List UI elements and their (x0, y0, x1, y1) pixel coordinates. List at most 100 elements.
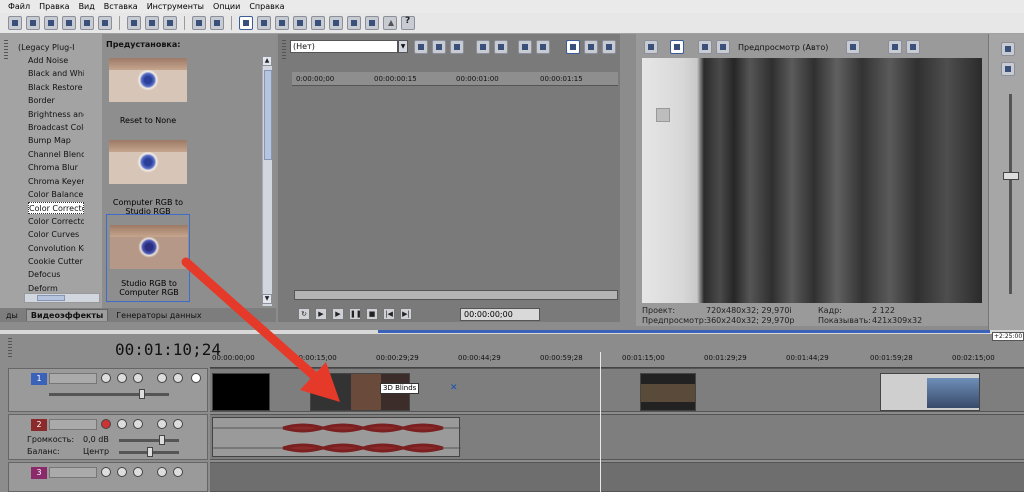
save-snapshot-icon[interactable] (906, 40, 920, 54)
composite-mode-icon[interactable] (133, 467, 143, 477)
mixer-fader-thumb[interactable] (1003, 172, 1019, 180)
external-monitor-icon[interactable] (670, 40, 684, 54)
preset-reset-to-none[interactable]: Reset to None (106, 56, 190, 136)
envelope-tool-icon[interactable] (257, 16, 271, 30)
overlays-icon[interactable] (846, 40, 860, 54)
solo-icon[interactable] (173, 467, 183, 477)
mixer-properties-icon[interactable] (1001, 42, 1015, 56)
redo-icon[interactable] (210, 16, 224, 30)
arm-record-icon[interactable] (101, 419, 111, 429)
timeline-ruler[interactable]: 00:00:00;00 00:00:15;00 00:00:29;29 00:00:4… (210, 352, 1024, 368)
effect-item[interactable]: Convolution Ke (28, 243, 84, 255)
trimmer-both-view-icon[interactable] (602, 40, 616, 54)
track-motion-icon[interactable] (101, 373, 111, 383)
timeline-overview-bar[interactable] (0, 330, 1024, 334)
effect-item[interactable]: Cookie Cutter (28, 256, 84, 268)
opacity-slider-track[interactable] (49, 393, 169, 396)
composite-mode-icon[interactable] (133, 373, 143, 383)
trimmer-hscroll[interactable] (294, 290, 618, 300)
trimmer-add-icon[interactable] (494, 40, 508, 54)
copy-icon[interactable] (145, 16, 159, 30)
video-clip-fade[interactable] (880, 373, 980, 411)
loop-icon[interactable]: ↻ (298, 308, 310, 320)
track-header-audio-2[interactable]: 2 Громкость: 0,0 dB Баланс: Центр (8, 414, 208, 460)
track-area-audio-2[interactable] (210, 414, 1024, 460)
trimmer-audio-view-icon[interactable] (584, 40, 598, 54)
paste-icon[interactable] (163, 16, 177, 30)
tab-media-generators[interactable]: Генераторы данных (112, 310, 205, 321)
pan-slider-thumb[interactable] (147, 447, 153, 457)
effect-item[interactable]: Black and White (28, 68, 84, 80)
ripple-edit-icon[interactable] (347, 16, 361, 30)
menu-options[interactable]: Опции (213, 2, 240, 11)
tab-video-fx[interactable]: Видеоэффекты (25, 309, 109, 321)
volume-slider-track[interactable] (119, 439, 179, 442)
panel-grip-icon[interactable] (8, 338, 12, 358)
chevron-down-icon[interactable]: ▼ (398, 40, 408, 53)
mute-icon[interactable] (157, 467, 167, 477)
copy-snapshot-icon[interactable] (888, 40, 902, 54)
preview-mode-dropdown[interactable]: Предпросмотр (Авто) (738, 43, 828, 52)
video-clip-room[interactable] (640, 373, 696, 411)
track-name-field[interactable] (49, 467, 97, 478)
new-project-icon[interactable] (8, 16, 22, 30)
auto-crossfade-icon[interactable] (329, 16, 343, 30)
video-clip-black[interactable] (212, 373, 270, 411)
effect-item[interactable]: Color Balance (28, 189, 84, 201)
presets-vscroll-thumb[interactable] (264, 70, 272, 160)
preset-computer-to-studio[interactable]: Computer RGB to Studio RGB (106, 138, 190, 218)
effect-item[interactable]: Chroma Blur (28, 162, 84, 174)
transition-label[interactable]: 3D Blinds (380, 383, 420, 394)
effect-item[interactable]: Broadcast Colo (28, 122, 84, 134)
timeline-playhead[interactable] (600, 352, 601, 492)
effect-item[interactable]: Color Correcto (28, 202, 84, 215)
panel-grip-icon[interactable] (282, 40, 286, 60)
effect-item[interactable]: Brightness and (28, 109, 84, 121)
properties-icon[interactable] (98, 16, 112, 30)
track-fx-icon[interactable] (117, 467, 127, 477)
normal-edit-tool-icon[interactable] (239, 16, 253, 30)
preset-studio-to-computer[interactable]: Studio RGB to Computer RGB (106, 214, 190, 302)
opacity-slider-thumb[interactable] (139, 389, 145, 399)
undo-icon[interactable] (192, 16, 206, 30)
trimmer-view-icon[interactable] (566, 40, 580, 54)
trimmer-canvas[interactable] (294, 88, 618, 284)
menu-help[interactable]: Справка (249, 2, 284, 11)
presets-vscroll[interactable]: ▲ ▼ (262, 56, 272, 306)
effect-item[interactable]: Black Restore (28, 82, 84, 94)
panel-grip-icon[interactable] (4, 40, 8, 60)
trimmer-edit-icon[interactable] (432, 40, 446, 54)
track-header-video-1[interactable]: 1 (8, 368, 208, 412)
snapping-icon[interactable] (311, 16, 325, 30)
save-as-icon[interactable] (62, 16, 76, 30)
effect-item[interactable]: Bump Map (28, 135, 84, 147)
track-header-video-3[interactable]: 3 (8, 462, 208, 492)
volume-slider-thumb[interactable] (159, 435, 165, 445)
record-icon[interactable] (191, 373, 201, 383)
track-name-field[interactable] (49, 419, 97, 430)
effects-hscroll-thumb[interactable] (37, 295, 65, 301)
lock-envelopes-icon[interactable] (365, 16, 379, 30)
solo-icon[interactable] (173, 419, 183, 429)
trimmer-save-icon[interactable] (476, 40, 490, 54)
track-area-video-3[interactable] (210, 462, 1024, 492)
track-area-video-1[interactable]: 3D Blinds ✕ (210, 368, 1024, 412)
effect-item[interactable]: Chroma Keyer (28, 176, 84, 188)
trimmer-add-after-icon[interactable] (536, 40, 550, 54)
close-transition-icon[interactable]: ✕ (450, 383, 458, 393)
menu-file[interactable]: Файл (8, 2, 30, 11)
effects-hscroll[interactable] (24, 293, 100, 303)
scroll-up-icon[interactable]: ▲ (262, 56, 272, 66)
audio-clip[interactable] (212, 417, 461, 457)
mute-icon[interactable] (157, 373, 167, 383)
effect-item[interactable]: Color Curves (28, 229, 84, 241)
effect-item[interactable]: Add Noise (28, 55, 84, 67)
selection-tool-icon[interactable] (275, 16, 289, 30)
preview-quality-icon[interactable] (716, 40, 730, 54)
effect-item[interactable]: Color Correcto (28, 216, 84, 228)
stop-icon[interactable]: ■ (366, 308, 378, 320)
play-from-start-icon[interactable]: ▶ (315, 308, 327, 320)
menu-insert[interactable]: Вставка (104, 2, 138, 11)
mixer-meter-icon[interactable] (1001, 62, 1015, 76)
menu-tools[interactable]: Инструменты (147, 2, 204, 11)
